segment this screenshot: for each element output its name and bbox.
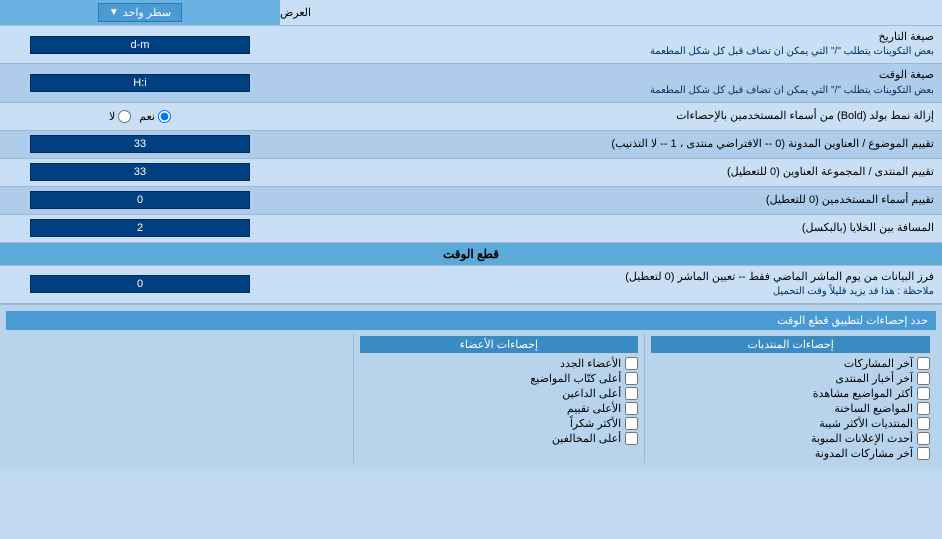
- checkbox-top-violators-label: أعلى المخالفين: [552, 432, 621, 445]
- header-row: العرض سطر واحد ▼: [0, 0, 942, 26]
- row-topic-order: تقييم الموضوع / العناوين المدونة (0 -- ا…: [0, 131, 942, 159]
- checkbox-latest-ads-input[interactable]: [917, 432, 930, 445]
- row-users-order: تقييم أسماء المستخدمين (0 للتعطيل): [0, 187, 942, 215]
- checkbox-new-members-label: الأعضاء الجدد: [560, 357, 621, 370]
- row-time-filter: فرز البيانات من يوم الماشر الماضي فقط --…: [0, 266, 942, 304]
- checkbox-top-violators-input[interactable]: [625, 432, 638, 445]
- time-format-input[interactable]: [30, 74, 250, 92]
- checkbox-forum-news: آخر أخبار المنتدى: [651, 371, 930, 386]
- bold-radio-group: نعم لا: [109, 110, 171, 123]
- date-format-input-cell: [0, 33, 280, 57]
- time-format-input-cell: [0, 71, 280, 95]
- topic-order-input[interactable]: [30, 135, 250, 153]
- col-divider-2: [353, 334, 354, 463]
- checkbox-new-members: الأعضاء الجدد: [360, 356, 639, 371]
- time-section-header: قطع الوقت: [0, 243, 942, 266]
- forum-order-label: تقييم المنتدى / المجموعة العناوين (0 للت…: [280, 161, 942, 184]
- checkbox-most-viewed-input[interactable]: [917, 387, 930, 400]
- header-left-dropdown[interactable]: سطر واحد ▼: [0, 0, 280, 25]
- checkbox-top-inviters-label: أعلى الداعين: [562, 387, 621, 400]
- checkbox-top-rated-label: الأعلى تقييم: [567, 402, 621, 415]
- checkboxes-header: حدد إحصاءات لتطبيق قطع الوقت: [6, 311, 936, 330]
- checkbox-top-writers: أعلى كتّاب المواضيع: [360, 371, 639, 386]
- row-bold-remove: إزالة نمط بولد (Bold) من أسماء المستخدمي…: [0, 103, 942, 131]
- bold-radio-no[interactable]: لا: [109, 110, 131, 123]
- time-format-label: صيغة الوقت بعض التكوينات يتطلب "/" التي …: [280, 64, 942, 101]
- checkbox-new-members-input[interactable]: [625, 357, 638, 370]
- dropdown-arrow-icon: ▼: [109, 7, 119, 18]
- bold-radio-no-input[interactable]: [118, 110, 131, 123]
- checkbox-most-viewed-label: أكثر المواضيع مشاهدة: [813, 387, 913, 400]
- col-members-header: إحصاءات الأعضاء: [360, 336, 639, 353]
- checkbox-blog-posts: آخر مشاركات المدونة: [651, 446, 930, 461]
- checkboxes-grid: إحصاءات المنتديات آخر المشاركات آخر أخبا…: [6, 334, 936, 463]
- checkbox-blog-posts-label: آخر مشاركات المدونة: [815, 447, 913, 460]
- bold-radio-yes-input[interactable]: [158, 110, 171, 123]
- checkbox-top-violators: أعلى المخالفين: [360, 431, 639, 446]
- bold-radio-yes-label: نعم: [139, 110, 155, 123]
- checkbox-hot-topics-label: المواضيع الساخنة: [834, 402, 913, 415]
- time-filter-label: فرز البيانات من يوم الماشر الماضي فقط --…: [280, 266, 942, 303]
- checkbox-forum-news-label: آخر أخبار المنتدى: [835, 372, 913, 385]
- checkbox-forum-news-input[interactable]: [917, 372, 930, 385]
- checkbox-blog-posts-input[interactable]: [917, 447, 930, 460]
- users-order-input-cell: [0, 188, 280, 212]
- checkbox-top-inviters: أعلى الداعين: [360, 386, 639, 401]
- checkbox-top-inviters-input[interactable]: [625, 387, 638, 400]
- col-divider: [644, 334, 645, 463]
- col-members: إحصاءات الأعضاء الأعضاء الجدد أعلى كتّاب…: [354, 334, 645, 463]
- date-format-label: صيغة التاريخ بعض التكوينات يتطلب "/" الت…: [280, 26, 942, 63]
- row-forum-order: تقييم المنتدى / المجموعة العناوين (0 للت…: [0, 159, 942, 187]
- checkbox-most-thankful: الأكثر شكراً: [360, 416, 639, 431]
- checkbox-top-rated: الأعلى تقييم: [360, 401, 639, 416]
- dropdown-label: سطر واحد: [123, 6, 171, 19]
- checkbox-latest-ads-label: أحدث الإعلانات المبوبة: [811, 432, 913, 445]
- checkbox-top-rated-input[interactable]: [625, 402, 638, 415]
- topic-order-label: تقييم الموضوع / العناوين المدونة (0 -- ا…: [280, 133, 942, 156]
- row-date-format: صيغة التاريخ بعض التكوينات يتطلب "/" الت…: [0, 26, 942, 64]
- bold-radio-no-label: لا: [109, 110, 115, 123]
- date-format-input[interactable]: [30, 36, 250, 54]
- users-order-input[interactable]: [30, 191, 250, 209]
- forum-order-input-cell: [0, 160, 280, 184]
- cell-gap-input-cell: [0, 216, 280, 240]
- checkbox-most-popular: المنتديات الأكثر شيبة: [651, 416, 930, 431]
- checkbox-most-popular-input[interactable]: [917, 417, 930, 430]
- bold-remove-label: إزالة نمط بولد (Bold) من أسماء المستخدمي…: [280, 105, 942, 128]
- checkbox-last-posts-input[interactable]: [917, 357, 930, 370]
- checkbox-latest-ads: أحدث الإعلانات المبوبة: [651, 431, 930, 446]
- checkbox-hot-topics-input[interactable]: [917, 402, 930, 415]
- users-order-label: تقييم أسماء المستخدمين (0 للتعطيل): [280, 189, 942, 212]
- cell-gap-label: المسافة بين الخلايا (بالبكسل): [280, 217, 942, 240]
- bold-remove-input-cell: نعم لا: [0, 107, 280, 126]
- checkboxes-section: حدد إحصاءات لتطبيق قطع الوقت إحصاءات الم…: [0, 304, 942, 469]
- col-right-label: [6, 334, 353, 463]
- dropdown-button[interactable]: سطر واحد ▼: [98, 3, 182, 22]
- checkbox-top-writers-input[interactable]: [625, 372, 638, 385]
- cell-gap-input[interactable]: [30, 219, 250, 237]
- checkbox-most-thankful-label: الأكثر شكراً: [570, 417, 621, 430]
- checkbox-top-writers-label: أعلى كتّاب المواضيع: [530, 372, 621, 385]
- topic-order-input-cell: [0, 132, 280, 156]
- time-filter-input[interactable]: [30, 275, 250, 293]
- checkbox-most-thankful-input[interactable]: [625, 417, 638, 430]
- main-container: العرض سطر واحد ▼ صيغة التاريخ بعض التكوي…: [0, 0, 942, 469]
- col-forums-header: إحصاءات المنتديات: [651, 336, 930, 353]
- checkbox-last-posts-label: آخر المشاركات: [844, 357, 913, 370]
- header-title: العرض: [280, 6, 311, 19]
- forum-order-input[interactable]: [30, 163, 250, 181]
- checkbox-hot-topics: المواضيع الساخنة: [651, 401, 930, 416]
- header-right-label: العرض: [280, 0, 942, 25]
- row-cell-gap: المسافة بين الخلايا (بالبكسل): [0, 215, 942, 243]
- checkbox-last-posts: آخر المشاركات: [651, 356, 930, 371]
- bold-radio-yes[interactable]: نعم: [139, 110, 171, 123]
- checkbox-most-viewed: أكثر المواضيع مشاهدة: [651, 386, 930, 401]
- row-time-format: صيغة الوقت بعض التكوينات يتطلب "/" التي …: [0, 64, 942, 102]
- col-forums: إحصاءات المنتديات آخر المشاركات آخر أخبا…: [645, 334, 936, 463]
- time-filter-input-cell: [0, 272, 280, 296]
- checkbox-most-popular-label: المنتديات الأكثر شيبة: [819, 417, 913, 430]
